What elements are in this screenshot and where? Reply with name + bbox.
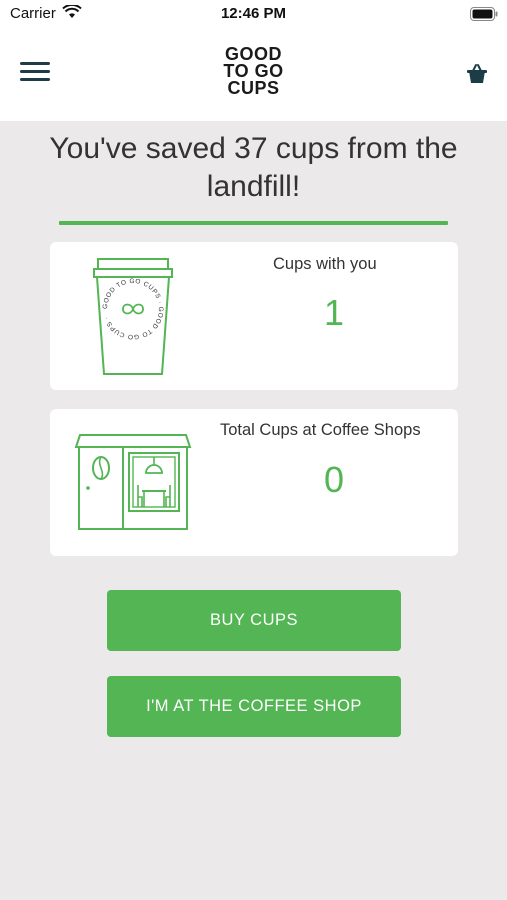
cups-saved-headline: You've saved 37 cups from the landfill!	[49, 132, 458, 203]
coffee-shop-cups-value: 0	[323, 459, 345, 500]
battery-icon	[470, 7, 498, 26]
buy-cups-button[interactable]: BUY CUPS	[107, 590, 401, 651]
coffee-shop-icon	[74, 431, 192, 536]
status-bar: Carrier 12:46 PM	[0, 0, 507, 28]
basket-icon[interactable]	[465, 62, 489, 86]
cups-with-you-value: 1	[323, 292, 345, 333]
cups-with-you-card: GOOD TO GO CUPS · GOOD TO GO CUPS · Cups…	[50, 242, 458, 390]
nav-bar: GOOD TO GO CUPS	[0, 28, 507, 121]
cup-icon: GOOD TO GO CUPS · GOOD TO GO CUPS ·	[90, 254, 176, 383]
cups-with-you-label: Cups with you	[273, 255, 377, 273]
headline-divider	[59, 221, 448, 225]
logo-line-3: CUPS	[227, 78, 280, 98]
coffee-shop-cups-label: Total Cups at Coffee Shops	[220, 421, 421, 439]
at-coffee-shop-button[interactable]: I'M AT THE COFFEE SHOP	[107, 676, 401, 737]
coffee-shop-cups-card: Total Cups at Coffee Shops 0	[50, 409, 458, 556]
good-to-go-cups-logo: GOOD TO GO CUPS	[0, 45, 507, 98]
status-time: 12:46 PM	[220, 5, 287, 22]
